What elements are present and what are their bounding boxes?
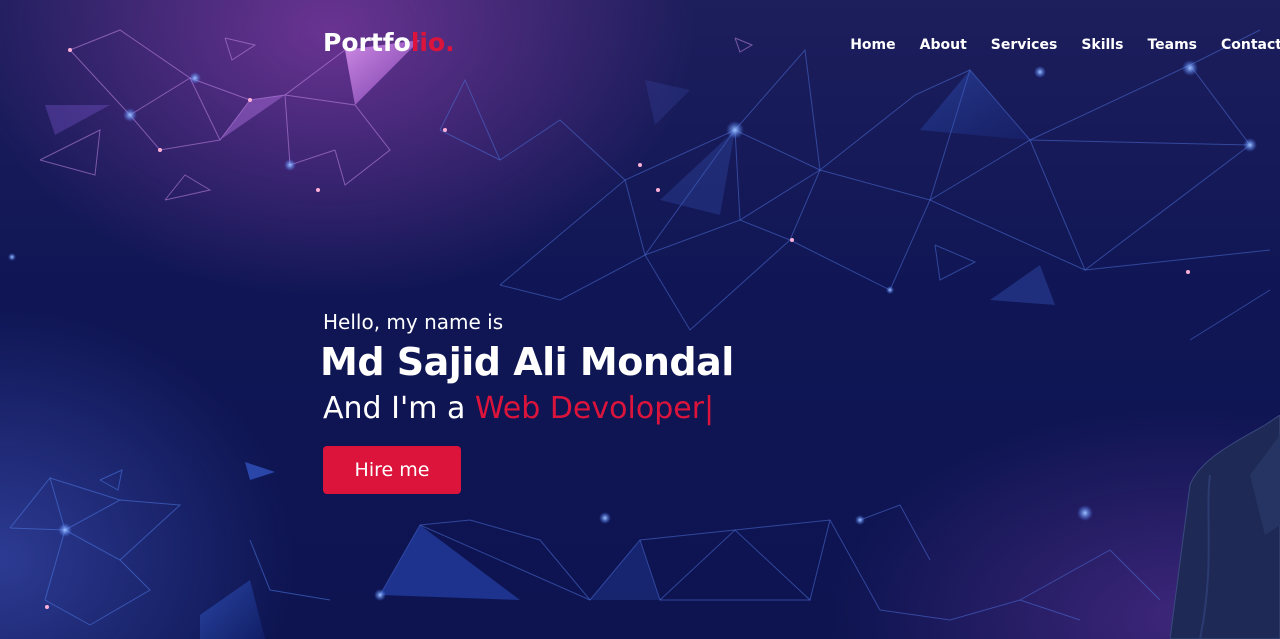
profile-photo — [1170, 415, 1280, 639]
hero-role: And I'm a Web Devoloper| — [323, 388, 843, 430]
hero-section: Hello, my name is Md Sajid Ali Mondal An… — [320, 308, 843, 494]
nav-link-about[interactable]: About — [920, 37, 967, 53]
navbar: Portfolio. Home About Services Skills Te… — [0, 0, 1280, 88]
hero-role-typed: Web Devoloper — [474, 391, 705, 426]
nav-menu: Home About Services Skills Teams Contact — [826, 34, 1280, 53]
nav-link-home[interactable]: Home — [850, 37, 895, 53]
hero-role-prefix: And I'm a — [323, 391, 475, 426]
nav-link-skills[interactable]: Skills — [1081, 37, 1123, 53]
hero-name: Md Sajid Ali Mondal — [320, 340, 734, 384]
hero-greeting: Hello, my name is — [323, 310, 504, 334]
nav-link-teams[interactable]: Teams — [1147, 37, 1197, 53]
typing-cursor: | — [704, 391, 715, 426]
logo-text: Portfo — [323, 28, 411, 57]
hire-me-button[interactable]: Hire me — [323, 446, 461, 494]
logo-accent: lio. — [410, 28, 455, 57]
logo[interactable]: Portfolio. — [323, 28, 455, 57]
nav-link-contact[interactable]: Contact — [1221, 37, 1280, 53]
nav-link-services[interactable]: Services — [991, 37, 1058, 53]
